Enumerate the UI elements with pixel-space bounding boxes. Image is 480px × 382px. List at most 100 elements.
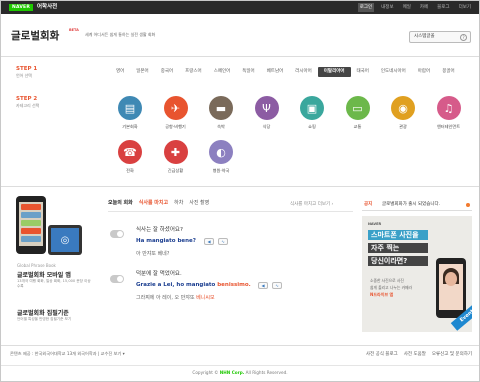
camera-icon: ◉: [391, 96, 415, 120]
today-title: 오늘의 회화: [108, 200, 133, 206]
category-label: 공항·비행기: [165, 124, 186, 129]
writing-standard-description: 언어별 특성을 반영한 집필기준 보기: [17, 317, 72, 321]
notice-dot-icon: [466, 203, 470, 207]
beta-badge: BETA: [69, 28, 79, 32]
ad-line-2: 자주 찍는: [368, 243, 428, 253]
step-2-sub: 카테고리 선택: [16, 103, 40, 108]
service-name[interactable]: 어학사전: [37, 4, 57, 11]
dialog-2-korean: 덕분에 잘 먹었어요.: [136, 271, 182, 277]
first-aid-icon: ✚: [163, 140, 188, 164]
my-info-link[interactable]: 내정보: [379, 3, 395, 12]
category-label: 교통: [353, 124, 362, 129]
step-1-title: STEP 1: [16, 66, 38, 72]
page-title[interactable]: 글로벌회화: [11, 28, 59, 43]
blog-link[interactable]: 블로그: [435, 3, 451, 12]
language-tab[interactable]: 베트남어: [261, 67, 290, 77]
dialog-1-pronunciation: 아 만쟈또 베네?: [136, 251, 170, 257]
phone-image[interactable]: [16, 196, 46, 254]
language-tab[interactable]: 인도네시아어: [375, 67, 412, 77]
language-tab[interactable]: 스페인어: [208, 67, 237, 77]
writing-standard-link[interactable]: 글로벌회화 집필기준: [17, 308, 69, 317]
category-item[interactable]: ◉ 관광: [383, 96, 423, 130]
divider: [108, 211, 353, 212]
category-item[interactable]: Ψ 식당: [247, 96, 287, 130]
cafe-link[interactable]: 카페: [418, 3, 430, 12]
language-tab[interactable]: 독일어: [236, 67, 260, 77]
more-link[interactable]: 더보기: [457, 3, 473, 12]
category-label: 식당: [262, 124, 271, 129]
tab-after-meal[interactable]: 식사를 마치고: [139, 200, 168, 207]
today-tabs: 오늘의 회화 식사를 마치고 하차 사진 촬영: [108, 200, 209, 207]
slow-play-icon[interactable]: ∿: [272, 282, 282, 289]
step-1-sub: 언어 선택: [16, 73, 32, 78]
language-tab[interactable]: 일본어: [130, 67, 154, 77]
nhn-link[interactable]: NHN Corp.: [220, 370, 245, 375]
language-tab[interactable]: 중국어: [155, 67, 179, 77]
category-item[interactable]: ▣ 쇼핑: [292, 96, 332, 130]
language-tab[interactable]: 아랍어: [412, 67, 436, 77]
ad-desc-3: N드라이브 앱: [370, 292, 394, 297]
language-tabs: 영어 일본어 중국어 프랑스어 스페인어 독일어 베트남어 러시아어 이탈리아어 태국어 인도네시아…: [110, 67, 470, 77]
category-label: 긴급상황: [167, 168, 184, 173]
category-label: 관광: [399, 124, 407, 129]
content-provider[interactable]: 콘텐츠 제공 : 한국외국어대학교 13개 외국어학과 | 교수진 보기 ▾: [10, 351, 125, 357]
play-sound-icon[interactable]: ◀: [204, 238, 214, 245]
slow-play-icon[interactable]: ∿: [218, 238, 228, 245]
ad-brand: NAVER: [368, 222, 382, 226]
tab-get-off[interactable]: 하차: [174, 200, 183, 207]
language-tab[interactable]: 이탈리아어: [317, 67, 351, 77]
naver-logo[interactable]: NAVER: [9, 4, 33, 11]
footer-links: 사전 공식 블로그 사전 도움말 오류신고 및 문의하기: [366, 351, 472, 357]
login-link[interactable]: 로그인: [357, 3, 375, 12]
font-select-button[interactable]: 시스템글꼴 ?: [409, 31, 471, 43]
bus-icon: ▭: [345, 96, 370, 120]
help-icon[interactable]: ?: [460, 34, 467, 41]
category-item[interactable]: ▤ 기본회화: [110, 96, 150, 130]
language-tab[interactable]: 프랑스어: [179, 67, 208, 77]
ad-desc-2: 쉽게 올리고 나누는 카메라: [370, 285, 413, 290]
phone-icon: ☎: [118, 140, 142, 164]
page-tagline: 세계 어디서든 쉽게 통하는 실전 생활 회화: [85, 32, 156, 37]
page-header: 글로벌회화 BETA 세계 어디서든 쉽게 통하는 실전 생활 회화 시스템글꼴…: [1, 14, 479, 57]
divider: [1, 345, 479, 346]
shopping-bag-icon: ▣: [300, 96, 324, 120]
globe-icon: ◎: [51, 228, 79, 252]
tab-photo[interactable]: 사진 촬영: [189, 200, 209, 207]
step-2-title: STEP 2: [16, 96, 38, 102]
font-select-label: 시스템글꼴: [414, 34, 435, 39]
speech-bubble-icon: ▤: [118, 96, 142, 120]
ad-line-1: 스마트폰 사진을: [368, 230, 428, 240]
language-tab[interactable]: 태국어: [351, 67, 375, 77]
category-label: 쇼핑: [308, 124, 316, 129]
language-tab[interactable]: 러시아어: [289, 67, 318, 77]
mobile-app-link[interactable]: 글로벌회화 모바일 앱: [17, 270, 71, 279]
language-tab[interactable]: 영어: [110, 67, 130, 77]
play-sound-icon[interactable]: ◀: [258, 282, 268, 289]
tablet-image[interactable]: ◎: [48, 225, 82, 255]
ad-banner[interactable]: NAVER 스마트폰 사진을 자주 찍는 당신이라면? 소중한 사진으로 사진 …: [362, 216, 472, 332]
category-item[interactable]: ♫ 엔터테인먼트: [429, 96, 469, 130]
today-more-link[interactable]: 식사를 마치고 더보기 ›: [290, 201, 333, 207]
notice-bar[interactable]: 공지 글로벌회화가 출시 되었습니다.: [362, 199, 472, 211]
footer-help-link[interactable]: 사전 도움말: [404, 351, 426, 357]
category-item[interactable]: ▭ 교통: [338, 96, 378, 130]
language-tab[interactable]: 몽골어: [436, 67, 460, 77]
category-item[interactable]: ✚ 긴급상황: [156, 140, 196, 174]
pill-icon: ◐: [209, 140, 233, 164]
fork-knife-icon: Ψ: [254, 96, 279, 120]
promo-description: 13개국 여행 회화, 일상 회화, 15,000 문장 이상 수록: [17, 279, 91, 288]
category-item[interactable]: ◐ 병원·약국: [201, 140, 241, 174]
music-note-icon: ♫: [436, 96, 461, 120]
footer-blog-link[interactable]: 사전 공식 블로그: [366, 351, 398, 357]
dialog-2-pronunciation: 그라찌에 아 레이, 오 만쟈또 베니씨모: [136, 295, 215, 301]
category-item[interactable]: ☎ 전화: [110, 140, 150, 174]
speaker-toggle-icon[interactable]: [110, 230, 124, 238]
speaker-toggle-icon[interactable]: [110, 275, 124, 283]
top-links: 로그인 내정보 메일 카페 블로그 더보기: [357, 3, 473, 12]
category-item[interactable]: ✈ 공항·비행기: [156, 96, 196, 130]
ad-phone-image: [436, 258, 466, 318]
mail-link[interactable]: 메일: [401, 3, 413, 12]
category-item[interactable]: ▬ 숙박: [201, 96, 241, 130]
notice-text[interactable]: 글로벌회화가 출시 되었습니다.: [382, 201, 440, 207]
footer-report-link[interactable]: 오류신고 및 문의하기: [432, 351, 472, 357]
